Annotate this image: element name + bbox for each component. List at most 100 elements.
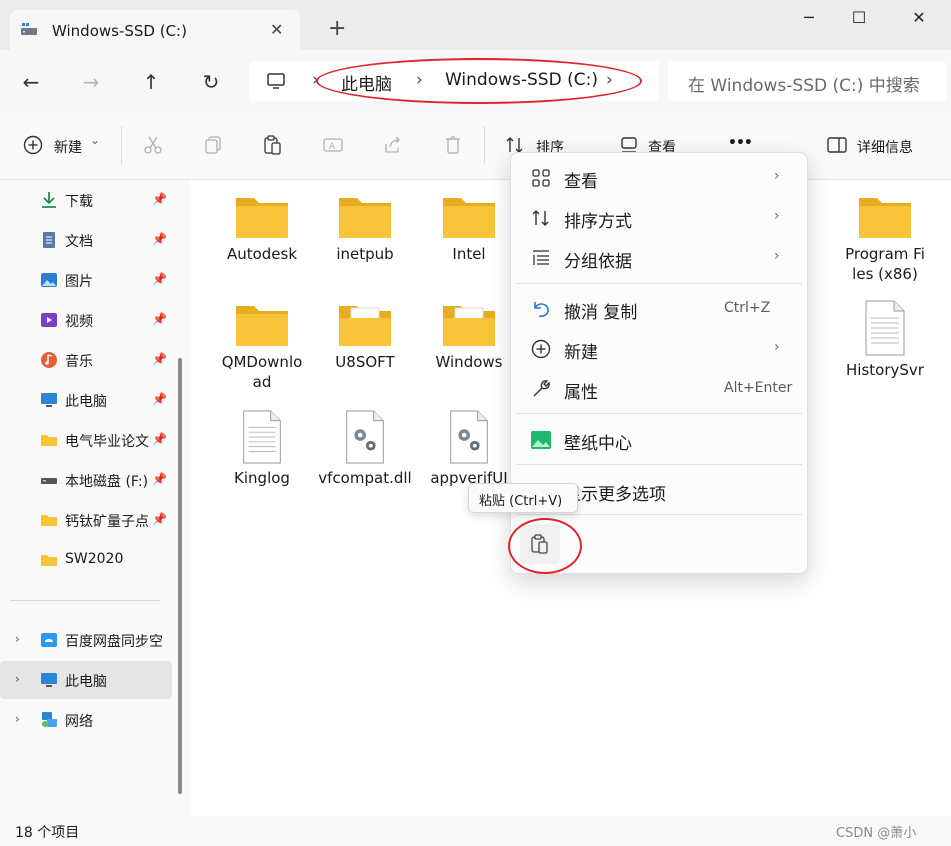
new-plus-icon (23, 135, 43, 155)
file-name: Autodesk (226, 245, 298, 263)
sidebar-item-label: 钙钛矿量子点 (65, 514, 149, 530)
menu-item-shortcut: Alt+Enter (724, 380, 793, 396)
sidebar-item-music[interactable]: 音乐 📌 (0, 341, 172, 379)
status-bar (0, 816, 951, 846)
copy-icon[interactable] (202, 134, 224, 156)
search-input[interactable]: 在 Windows-SSD (C:) 中搜索 (688, 71, 920, 96)
folder-icon (236, 198, 288, 238)
menu-item-label: 属性 (564, 383, 598, 403)
file-item-inetpub[interactable]: inetpub (317, 192, 413, 264)
menu-item-undo-copy[interactable]: 撤消 复制 Ctrl+Z (520, 293, 798, 325)
paste-tooltip: 粘贴 (Ctrl+V) (468, 483, 578, 513)
sidebar-item-pictures[interactable]: 图片 📌 (0, 261, 172, 299)
sidebar-item-label: 百度网盘同步空 (65, 634, 163, 650)
menu-item-wallpaper-center[interactable]: 壁纸中心 (520, 424, 798, 456)
details-button[interactable]: 详细信息 (857, 137, 913, 157)
more-options-button[interactable]: ••• (728, 135, 753, 151)
file-item-windows[interactable]: Windows (421, 300, 517, 372)
sidebar-item-label: 音乐 (65, 354, 93, 370)
drive-icon (21, 23, 37, 35)
file-item-program-files-x86[interactable]: Program Files (x86) (837, 192, 933, 284)
refresh-button[interactable]: ↻ (196, 70, 226, 94)
dll-gear-icon (450, 410, 488, 464)
back-button[interactable]: ← (16, 70, 46, 94)
delete-icon[interactable] (442, 134, 464, 156)
drive-icon (41, 478, 57, 484)
cloud-sync-icon (41, 633, 57, 647)
sidebar-item-baidu-sync[interactable]: › 百度网盘同步空 (0, 621, 172, 659)
menu-item-label: 查看 (564, 172, 598, 192)
expand-chevron-icon[interactable]: › (15, 712, 20, 726)
tab-close-icon[interactable]: ✕ (270, 20, 283, 39)
text-document-icon (243, 410, 281, 464)
sidebar-item-documents[interactable]: 文档 📌 (0, 221, 172, 259)
sidebar-item-perovskite-folder[interactable]: 钙钛矿量子点 📌 (0, 501, 172, 539)
pin-icon: 📌 (152, 192, 167, 206)
sidebar-item-network[interactable]: › 网络 (0, 701, 172, 739)
details-pane-icon (827, 137, 847, 153)
sidebar-item-sw2020[interactable]: SW2020 (0, 541, 172, 579)
folder-icon (339, 198, 391, 238)
svg-text:A: A (329, 142, 336, 152)
folder-with-files-icon (443, 306, 495, 346)
pin-icon: 📌 (152, 432, 167, 446)
menu-item-label: 新建 (564, 343, 598, 363)
submenu-chevron-icon: › (774, 248, 780, 264)
forward-button[interactable]: → (76, 70, 106, 94)
sidebar-scrollbar[interactable] (178, 358, 182, 794)
monitor-icon (41, 673, 57, 687)
new-button[interactable]: 新建 (54, 137, 82, 157)
tab-title: Windows-SSD (C:) (52, 22, 187, 40)
paste-icon[interactable] (262, 134, 284, 156)
file-name: Kinglog (234, 469, 290, 487)
file-name: Intel (452, 245, 486, 263)
file-item-historysvr[interactable]: HistorySvr (837, 300, 933, 380)
file-name: QMDownload (221, 353, 303, 391)
sidebar-item-downloads[interactable]: 下载 📌 (0, 181, 172, 219)
new-dropdown-icon[interactable]: ⌄ (90, 133, 100, 147)
pin-icon: 📌 (152, 392, 167, 406)
menu-item-view[interactable]: 查看 › (520, 162, 798, 194)
sidebar-item-label: 视频 (65, 314, 93, 330)
sidebar-divider (10, 600, 160, 601)
menu-divider (516, 514, 802, 515)
menu-item-new[interactable]: 新建 › (520, 333, 798, 365)
up-button[interactable]: ↑ (136, 70, 166, 94)
music-icon (41, 352, 57, 368)
sidebar-item-thesis-folder[interactable]: 电气毕业论文 📌 (0, 421, 172, 459)
cut-icon[interactable] (142, 134, 164, 156)
menu-item-group-by[interactable]: 分组依据 › (520, 242, 798, 274)
expand-chevron-icon[interactable]: › (15, 632, 20, 646)
dll-gear-icon (346, 410, 384, 464)
sidebar-item-label: 图片 (65, 274, 93, 290)
menu-divider (516, 413, 802, 414)
sort-icon (532, 210, 549, 226)
file-item-autodesk[interactable]: Autodesk (214, 192, 310, 264)
share-icon[interactable] (382, 134, 404, 156)
expand-chevron-icon[interactable]: › (15, 672, 20, 686)
menu-item-properties[interactable]: 属性 Alt+Enter (520, 373, 798, 405)
sidebar-item-label: 电气毕业论文 (65, 434, 149, 450)
minimize-button[interactable]: ─ (786, 8, 832, 34)
sidebar-item-this-pc[interactable]: › 此电脑 (0, 661, 172, 699)
text-document-icon (865, 300, 905, 356)
file-item-appverifui[interactable]: appverifUI (421, 410, 517, 488)
menu-item-sort-by[interactable]: 排序方式 › (520, 202, 798, 234)
close-button[interactable]: ✕ (896, 8, 942, 34)
folder-icon (859, 198, 911, 238)
sidebar-item-videos[interactable]: 视频 📌 (0, 301, 172, 339)
file-item-kinglog[interactable]: Kinglog (214, 410, 310, 488)
annotation-ellipse (508, 518, 582, 574)
rename-icon[interactable]: A (322, 134, 344, 156)
document-icon (43, 232, 55, 248)
sidebar-item-local-disk-f[interactable]: 本地磁盘 (F:) 📌 (0, 461, 172, 499)
pin-icon: 📌 (152, 512, 167, 526)
file-item-vfcompat-dll[interactable]: vfcompat.dll (317, 410, 413, 488)
file-item-intel[interactable]: Intel (421, 192, 517, 264)
file-item-qmdownload[interactable]: QMDownload (214, 300, 310, 392)
new-tab-button[interactable]: + (328, 18, 346, 40)
maximize-button[interactable]: ☐ (836, 8, 882, 34)
menu-item-label: 撤消 复制 (564, 303, 638, 323)
file-item-u8soft[interactable]: U8SOFT (317, 300, 413, 372)
sidebar-item-this-pc-quick[interactable]: 此电脑 📌 (0, 381, 172, 419)
